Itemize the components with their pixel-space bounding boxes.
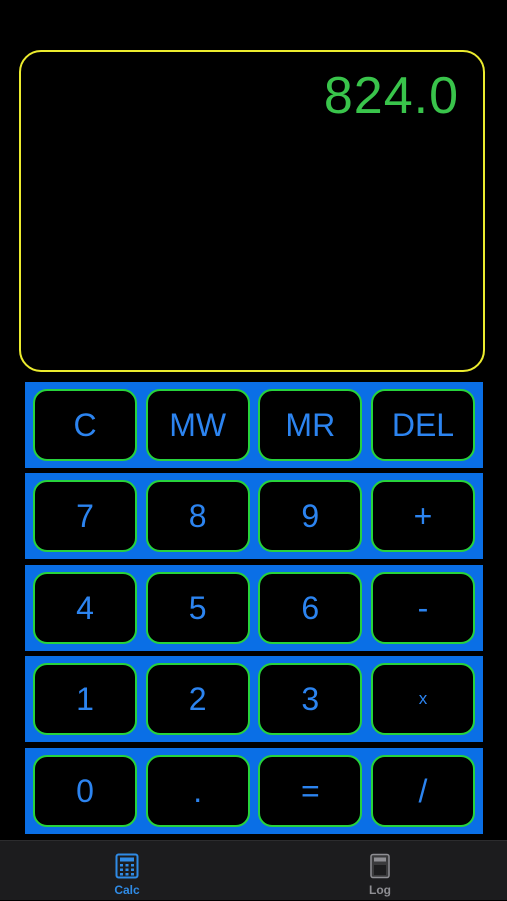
tab-calc[interactable]: Calc — [67, 841, 187, 901]
decimal-button[interactable]: . — [145, 755, 250, 827]
digit-8-button[interactable]: 8 — [145, 480, 250, 552]
add-button[interactable]: + — [370, 480, 475, 552]
digit-0-button[interactable]: 0 — [33, 755, 137, 827]
result-display: 824.0 — [19, 50, 485, 372]
subtract-button[interactable]: - — [370, 572, 475, 644]
digit-1-button[interactable]: 1 — [33, 663, 137, 735]
display-value: 824.0 — [323, 67, 459, 125]
digit-3-button[interactable]: 3 — [258, 663, 363, 735]
digit-7-button[interactable]: 7 — [33, 480, 137, 552]
digit-5-button[interactable]: 5 — [145, 572, 250, 644]
keypad-row-1: C MW MR DEL — [25, 382, 483, 468]
log-icon — [370, 853, 390, 879]
digit-6-button[interactable]: 6 — [258, 572, 363, 644]
keypad-row-3: 4 5 6 - — [25, 565, 483, 651]
delete-button[interactable]: DEL — [370, 389, 475, 461]
tab-log[interactable]: Log — [320, 841, 440, 901]
tab-calc-label: Calc — [114, 883, 140, 897]
digit-9-button[interactable]: 9 — [258, 480, 363, 552]
memory-write-button[interactable]: MW — [145, 389, 250, 461]
equals-button[interactable]: = — [258, 755, 363, 827]
memory-recall-button[interactable]: MR — [258, 389, 363, 461]
tab-log-label: Log — [369, 883, 391, 897]
divide-button[interactable]: / — [370, 755, 475, 827]
clear-button[interactable]: C — [33, 389, 137, 461]
digit-4-button[interactable]: 4 — [33, 572, 137, 644]
digit-2-button[interactable]: 2 — [145, 663, 250, 735]
calculator-icon — [115, 853, 139, 879]
keypad-row-4: 1 2 3 x — [25, 656, 483, 742]
keypad-row-5: 0 . = / — [25, 748, 483, 834]
keypad-row-2: 7 8 9 + — [25, 473, 483, 559]
tab-bar: Calc Log — [0, 840, 507, 900]
multiply-button[interactable]: x — [370, 663, 475, 735]
